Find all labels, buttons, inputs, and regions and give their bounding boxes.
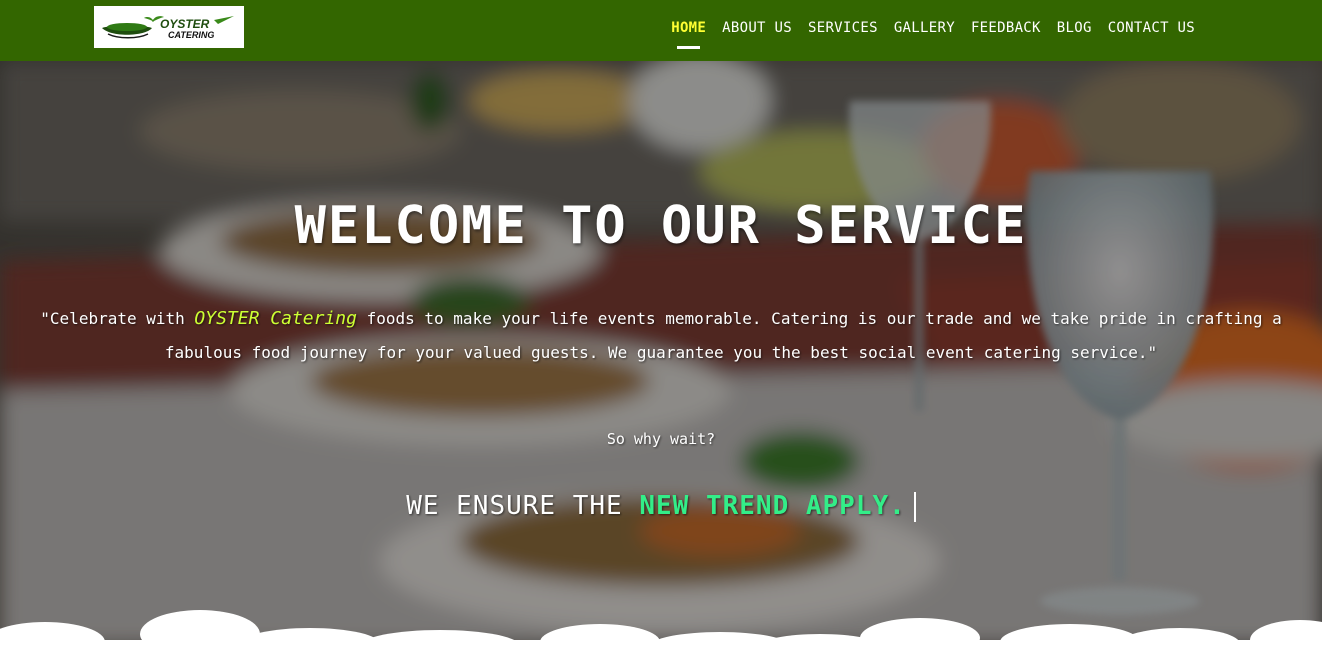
- svg-text:CATERING: CATERING: [168, 30, 214, 40]
- typing-cursor: [913, 491, 916, 522]
- site-logo[interactable]: OYSTER CATERING: [94, 6, 244, 48]
- quote-brand-name: OYSTER Catering: [194, 308, 357, 329]
- tagline-prefix: WE ENSURE THE: [406, 491, 640, 521]
- cloud-divider: [0, 610, 1322, 646]
- nav-about-us[interactable]: ABOUT US: [722, 20, 792, 36]
- tagline-accent: NEW TREND APPLY.: [639, 491, 906, 521]
- nav-gallery[interactable]: GALLERY: [894, 20, 955, 36]
- nav-services[interactable]: SERVICES: [808, 20, 878, 36]
- quote-open: "Celebrate with: [40, 309, 195, 328]
- main-nav: HOME ABOUT US SERVICES GALLERY FEEDBACK …: [655, 0, 1195, 55]
- page: OYSTER CATERING HOME ABOUT US SERVICES G…: [0, 0, 1322, 646]
- hero-title: WELCOME TO OUR SERVICE: [294, 196, 1028, 256]
- hero-tagline: WE ENSURE THE NEW TREND APPLY.: [0, 491, 1322, 522]
- hero-section: WELCOME TO OUR SERVICE "Celebrate with O…: [0, 61, 1322, 646]
- navbar: OYSTER CATERING HOME ABOUT US SERVICES G…: [0, 0, 1322, 61]
- nav-contact-us[interactable]: CONTACT US: [1108, 20, 1195, 36]
- nav-feedback[interactable]: FEEDBACK: [971, 20, 1041, 36]
- hero-quote: "Celebrate with OYSTER Catering foods to…: [5, 302, 1317, 370]
- hero-content: WELCOME TO OUR SERVICE "Celebrate with O…: [0, 61, 1322, 646]
- nav-blog[interactable]: BLOG: [1057, 20, 1092, 36]
- logo-image: OYSTER CATERING: [102, 16, 234, 40]
- nav-home[interactable]: HOME: [671, 20, 706, 49]
- hero-question: So why wait?: [606, 430, 716, 448]
- svg-text:OYSTER: OYSTER: [160, 17, 210, 31]
